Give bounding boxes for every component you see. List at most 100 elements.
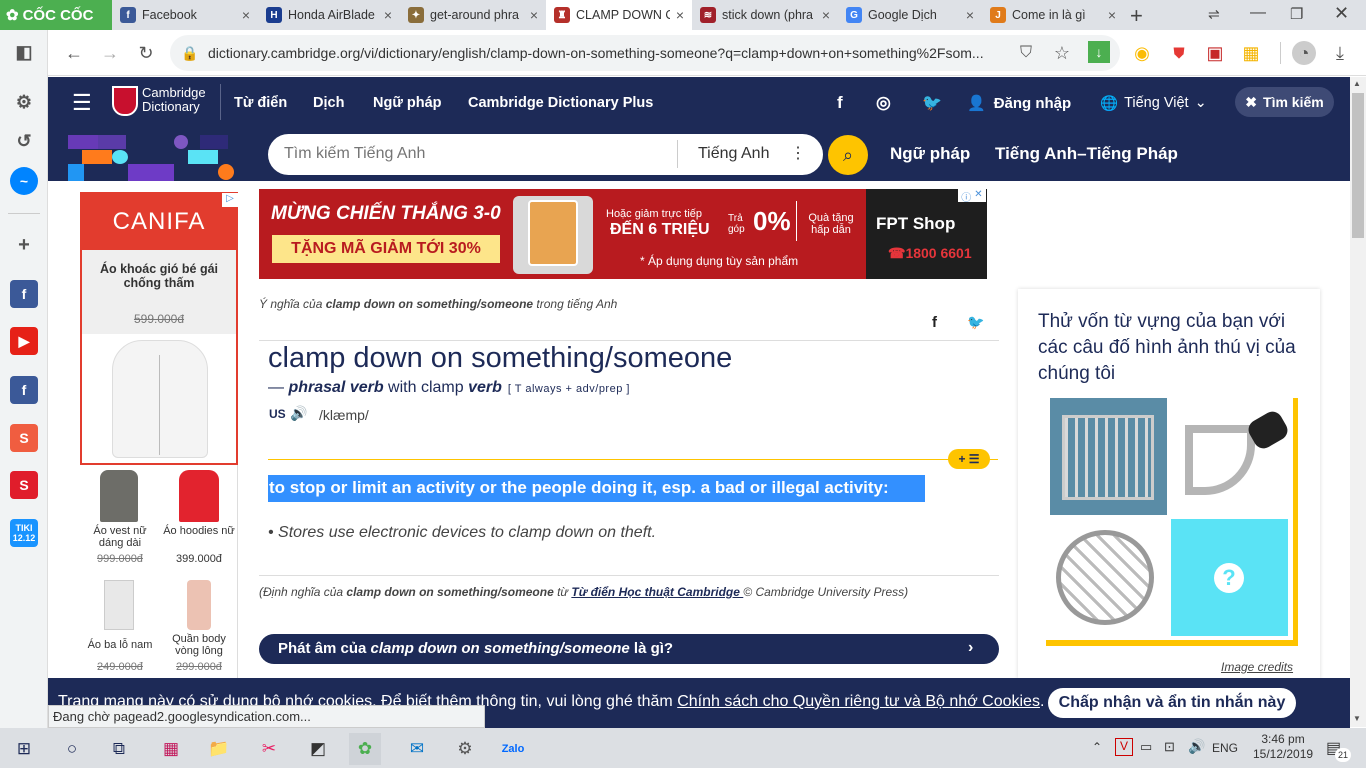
close-icon[interactable]: × xyxy=(966,7,974,23)
adblock-icon[interactable]: ⛊ xyxy=(1167,41,1191,65)
facebook-icon[interactable]: f xyxy=(10,376,38,404)
pants-image[interactable] xyxy=(187,580,211,630)
scrollbar-thumb[interactable] xyxy=(1352,93,1364,238)
cambridge-shield-icon[interactable] xyxy=(112,86,138,116)
login-button[interactable]: 👤 Đăng nhập xyxy=(967,77,1071,129)
app-paint-icon[interactable]: ▦ xyxy=(155,733,187,765)
link-grammar[interactable]: Ngữ pháp xyxy=(890,144,970,164)
search-toggle-button[interactable]: ✖ Tìm kiếm xyxy=(1235,87,1334,117)
tab-facebook[interactable]: f Facebook × xyxy=(112,0,258,30)
profile-avatar[interactable]: ◔ xyxy=(1292,41,1316,65)
item-name[interactable]: Quần body vòng lông xyxy=(162,633,236,657)
chrome-extension-icon[interactable]: ◉ xyxy=(1130,41,1154,65)
item-name[interactable]: Áo ba lỗ nam xyxy=(84,639,156,651)
twitter-icon[interactable]: 🐦 xyxy=(922,77,942,129)
search-submit-button[interactable]: ⌕ xyxy=(828,135,868,175)
cookie-policy-link[interactable]: Chính sách cho Quyền riêng tư và Bộ nhớ … xyxy=(677,693,1040,710)
image-credits-link[interactable]: Image credits xyxy=(1221,660,1293,674)
forward-icon[interactable]: → xyxy=(98,41,122,65)
downloads-icon[interactable]: ⤓ xyxy=(1328,41,1352,65)
app-sticky-icon[interactable]: ◩ xyxy=(302,733,334,765)
speaker-icon[interactable]: 🔊 xyxy=(290,405,307,422)
ad-close-icon[interactable]: ⓘ ✕ xyxy=(958,189,986,204)
youtube-icon[interactable]: ▶ xyxy=(10,327,38,355)
item-name[interactable]: Áo hoodies nữ xyxy=(162,525,236,537)
windows-start-icon[interactable]: ⊞ xyxy=(8,733,40,765)
close-icon[interactable]: × xyxy=(1108,7,1116,23)
volume-icon[interactable]: 🔊 xyxy=(1188,738,1205,755)
download-extension-icon[interactable]: ↓ xyxy=(1088,41,1110,63)
coccoc-menu-button[interactable]: ✿ CỐC CỐC xyxy=(0,0,112,30)
scroll-down-icon[interactable]: ▼ xyxy=(1353,714,1361,723)
tray-chevron-icon[interactable]: ⌃ xyxy=(1092,740,1102,754)
site-logo[interactable]: Cambridge Dictionary xyxy=(142,86,206,114)
share-twitter-icon[interactable]: 🐦 xyxy=(967,314,984,331)
facebook-icon[interactable]: f xyxy=(10,280,38,308)
facebook-icon[interactable]: f xyxy=(837,77,843,129)
unikey-icon[interactable]: V xyxy=(1115,738,1133,756)
minimize-icon[interactable]: — xyxy=(1250,4,1266,22)
zalo-icon[interactable]: Zalo xyxy=(497,733,529,765)
nav-grammar[interactable]: Ngữ pháp xyxy=(373,77,442,129)
close-icon[interactable]: × xyxy=(530,7,538,23)
close-icon[interactable]: × xyxy=(822,7,830,23)
close-icon[interactable]: × xyxy=(242,7,250,23)
tab-come-in[interactable]: J Come in là gì × xyxy=(982,0,1124,30)
adchoices-icon[interactable]: ▷ xyxy=(222,193,238,207)
item-name[interactable]: Áo vest nữ dáng dài xyxy=(84,525,156,549)
extension-grid-icon[interactable]: ▦ xyxy=(1239,41,1263,65)
window-close-icon[interactable]: ✕ xyxy=(1334,3,1349,24)
url-text[interactable]: dictionary.cambridge.org/vi/dictionary/e… xyxy=(208,38,1153,68)
task-search-icon[interactable]: ○ xyxy=(56,733,88,765)
pronunciation-bar[interactable]: Phát âm của clamp down on something/some… xyxy=(259,634,999,664)
add-to-wordlist-button[interactable]: + ☰ xyxy=(948,449,990,469)
tab-get-around[interactable]: ✦ get-around phra × xyxy=(400,0,546,30)
input-language[interactable]: ENG xyxy=(1212,741,1238,755)
tab-honda[interactable]: H Honda AirBlade × xyxy=(258,0,400,30)
link-english-french[interactable]: Tiếng Anh–Tiếng Pháp xyxy=(995,144,1178,164)
tank-top-image[interactable] xyxy=(104,580,134,630)
extension-red-icon[interactable]: ▣ xyxy=(1203,41,1227,65)
task-view-icon[interactable]: ⧉ xyxy=(103,733,135,765)
chevron-right-icon[interactable]: › xyxy=(968,639,973,657)
tiki-icon[interactable]: TIKI 12.12 xyxy=(10,519,38,547)
sidebar-toggle-icon[interactable]: ◧ xyxy=(10,38,38,66)
coccoc-taskbar-icon[interactable]: ✿ xyxy=(349,733,381,765)
tab-stick-down[interactable]: ≋ stick down (phra × xyxy=(692,0,838,30)
tab-cambridge[interactable]: ♜ CLAMP DOWN O × xyxy=(546,0,692,30)
settings-icon[interactable]: ⚙ xyxy=(10,88,38,116)
nav-translate[interactable]: Dịch xyxy=(313,77,344,129)
close-icon[interactable]: × xyxy=(676,7,684,23)
back-icon[interactable]: ← xyxy=(62,41,86,65)
search-input[interactable] xyxy=(284,140,669,168)
maximize-icon[interactable]: ❐ xyxy=(1290,5,1303,23)
language-selector[interactable]: 🌐 Tiếng Việt ⌄ xyxy=(1100,77,1207,129)
hoodie-image[interactable] xyxy=(179,470,219,522)
app-snip-icon[interactable]: ✂ xyxy=(253,733,285,765)
menu-icon[interactable]: ☰ xyxy=(72,90,92,116)
scroll-up-icon[interactable]: ▲ xyxy=(1353,79,1361,88)
shopee-icon[interactable]: S xyxy=(10,424,38,452)
share-facebook-icon[interactable]: f xyxy=(932,314,937,331)
lock-icon[interactable]: 🔒 xyxy=(178,41,202,65)
history-icon[interactable]: ↺ xyxy=(10,127,38,155)
bookmark-star-icon[interactable]: ☆ xyxy=(1050,41,1074,65)
sendo-icon[interactable]: S xyxy=(10,471,38,499)
search-language[interactable]: Tiếng Anh xyxy=(698,145,769,163)
tab-google-translate[interactable]: G Google Dịch × xyxy=(838,0,982,30)
battery-icon[interactable]: ▭ xyxy=(1140,739,1152,755)
outlook-icon[interactable]: ✉ xyxy=(401,733,433,765)
nav-dictionary[interactable]: Từ điển xyxy=(234,77,287,129)
clock[interactable]: 3:46 pm 15/12/2019 xyxy=(1253,732,1313,762)
close-icon[interactable]: × xyxy=(384,7,392,23)
add-icon[interactable]: + xyxy=(10,231,38,259)
file-explorer-icon[interactable]: 📁 xyxy=(203,733,235,765)
shield-icon[interactable]: ⛉ xyxy=(1014,41,1038,65)
app-tool-icon[interactable]: ⚙ xyxy=(449,733,481,765)
tab-search-icon[interactable]: ⇌ xyxy=(1208,6,1220,23)
instagram-icon[interactable]: ◎ xyxy=(876,77,891,129)
vest-image[interactable] xyxy=(100,470,138,522)
new-tab-button[interactable]: + xyxy=(1130,3,1143,29)
accept-cookies-button[interactable]: Chấp nhận và ẩn tin nhắn này xyxy=(1048,688,1296,718)
nav-dictionary-plus[interactable]: Cambridge Dictionary Plus xyxy=(468,77,653,129)
